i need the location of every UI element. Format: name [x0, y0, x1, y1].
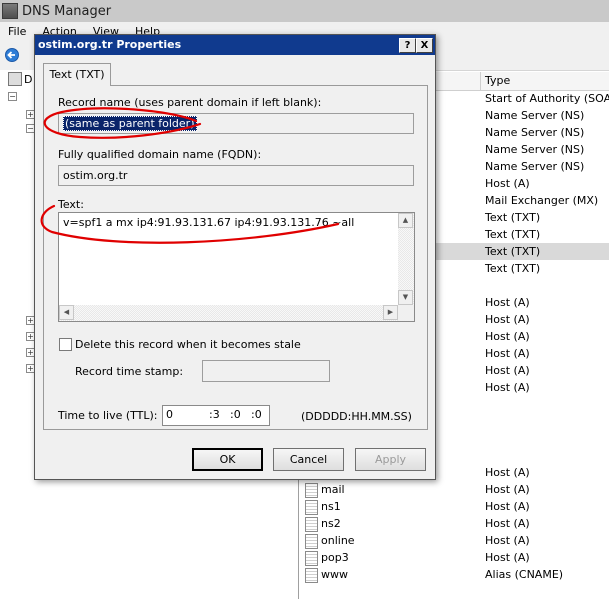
vertical-scrollbar[interactable]: ▲ ▼	[398, 213, 414, 305]
record-type: Host (A)	[485, 296, 530, 309]
record-type: Host (A)	[485, 466, 530, 479]
record-type: Name Server (NS)	[485, 109, 585, 122]
app-title: DNS Manager	[22, 3, 112, 19]
record-type: Host (A)	[485, 551, 530, 564]
timestamp-field	[202, 360, 330, 382]
record-name-value: (same as parent folder)	[63, 116, 197, 131]
record-name-field[interactable]: (same as parent folder)	[58, 113, 414, 134]
tree-node-dns[interactable]: D	[24, 73, 32, 86]
scroll-up-icon[interactable]: ▲	[398, 213, 413, 228]
record-type: Name Server (NS)	[485, 160, 585, 173]
record-type: Name Server (NS)	[485, 126, 585, 139]
record-name: mail	[321, 483, 345, 496]
record-icon	[305, 568, 318, 583]
cancel-button[interactable]: Cancel	[273, 448, 344, 471]
record-type: Start of Authority (SOA)	[485, 92, 609, 105]
record-name: online	[321, 534, 355, 547]
main-title-bar: DNS Manager	[0, 0, 609, 22]
record-type: Text (TXT)	[485, 245, 541, 258]
text-label: Text:	[58, 198, 84, 211]
record-type: Host (A)	[485, 500, 530, 513]
stale-label: Delete this record when it becomes stale	[75, 338, 301, 351]
record-type: Host (A)	[485, 483, 530, 496]
dialog-title-bar[interactable]: ostim.org.tr Properties ? X	[35, 35, 435, 55]
record-type: Host (A)	[485, 517, 530, 530]
apply-button[interactable]: Apply	[355, 448, 426, 471]
fqdn-label: Fully qualified domain name (FQDN):	[58, 148, 262, 161]
column-header-type[interactable]: Type	[480, 72, 609, 90]
record-type: Text (TXT)	[485, 228, 541, 241]
record-type: Alias (CNAME)	[485, 568, 564, 581]
ttl-minutes[interactable]: :0	[230, 408, 241, 421]
list-item[interactable]: www Alias (CNAME)	[300, 566, 609, 583]
horizontal-scrollbar[interactable]: ◀ ▶	[59, 305, 398, 321]
stale-checkbox[interactable]	[59, 338, 72, 351]
record-icon	[305, 534, 318, 549]
close-button[interactable]: X	[416, 38, 433, 53]
help-button[interactable]: ?	[399, 38, 416, 53]
record-name: ns2	[321, 517, 341, 530]
tab-text-txt[interactable]: Text (TXT)	[43, 63, 111, 86]
back-arrow-icon[interactable]	[4, 48, 20, 62]
ttl-hours[interactable]: :3	[209, 408, 220, 421]
list-item[interactable]: ns1 Host (A)	[300, 498, 609, 515]
record-type: Mail Exchanger (MX)	[485, 194, 599, 207]
scroll-corner	[398, 305, 414, 321]
record-icon	[305, 517, 318, 532]
server-icon	[8, 72, 22, 86]
ttl-format-hint: (DDDDD:HH.MM.SS)	[301, 410, 412, 423]
record-icon	[305, 551, 318, 566]
record-type: Host (A)	[485, 534, 530, 547]
text-value-textarea[interactable]: v=spf1 a mx ip4:91.93.131.67 ip4:91.93.1…	[58, 212, 415, 322]
record-icon	[305, 500, 318, 515]
timestamp-label: Record time stamp:	[75, 365, 184, 378]
expand-icon[interactable]: −	[8, 92, 17, 101]
ttl-seconds[interactable]: :0	[251, 408, 262, 421]
scroll-right-icon[interactable]: ▶	[383, 305, 398, 320]
list-item[interactable]: pop3 Host (A)	[300, 549, 609, 566]
record-type: Text (TXT)	[485, 262, 541, 275]
dialog-title: ostim.org.tr Properties	[38, 38, 182, 51]
scroll-left-icon[interactable]: ◀	[59, 305, 74, 320]
ttl-input[interactable]: 0 :3 :0 :0	[162, 405, 270, 426]
record-name: www	[321, 568, 348, 581]
ttl-days[interactable]: 0	[166, 408, 173, 421]
text-value: v=spf1 a mx ip4:91.93.131.67 ip4:91.93.1…	[63, 216, 355, 229]
properties-dialog: ostim.org.tr Properties ? X Text (TXT) R…	[34, 34, 436, 480]
ok-button[interactable]: OK	[192, 448, 263, 471]
record-type: Host (A)	[485, 347, 530, 360]
record-type: Host (A)	[485, 177, 530, 190]
menu-file[interactable]: File	[0, 25, 34, 38]
record-name: pop3	[321, 551, 349, 564]
record-type: Text (TXT)	[485, 211, 541, 224]
record-type: Host (A)	[485, 381, 530, 394]
scroll-down-icon[interactable]: ▼	[398, 290, 413, 305]
fqdn-field[interactable]: ostim.org.tr	[58, 165, 414, 186]
ttl-label: Time to live (TTL):	[58, 409, 158, 422]
record-name-label: Record name (uses parent domain if left …	[58, 96, 322, 109]
list-item[interactable]: online Host (A)	[300, 532, 609, 549]
dns-manager-icon	[2, 3, 18, 19]
record-type: Name Server (NS)	[485, 143, 585, 156]
record-type: Host (A)	[485, 364, 530, 377]
record-type: Host (A)	[485, 330, 530, 343]
list-item[interactable]: mail Host (A)	[300, 481, 609, 498]
record-name: ns1	[321, 500, 341, 513]
list-item[interactable]: ns2 Host (A)	[300, 515, 609, 532]
record-icon	[305, 483, 318, 498]
record-type: Host (A)	[485, 313, 530, 326]
